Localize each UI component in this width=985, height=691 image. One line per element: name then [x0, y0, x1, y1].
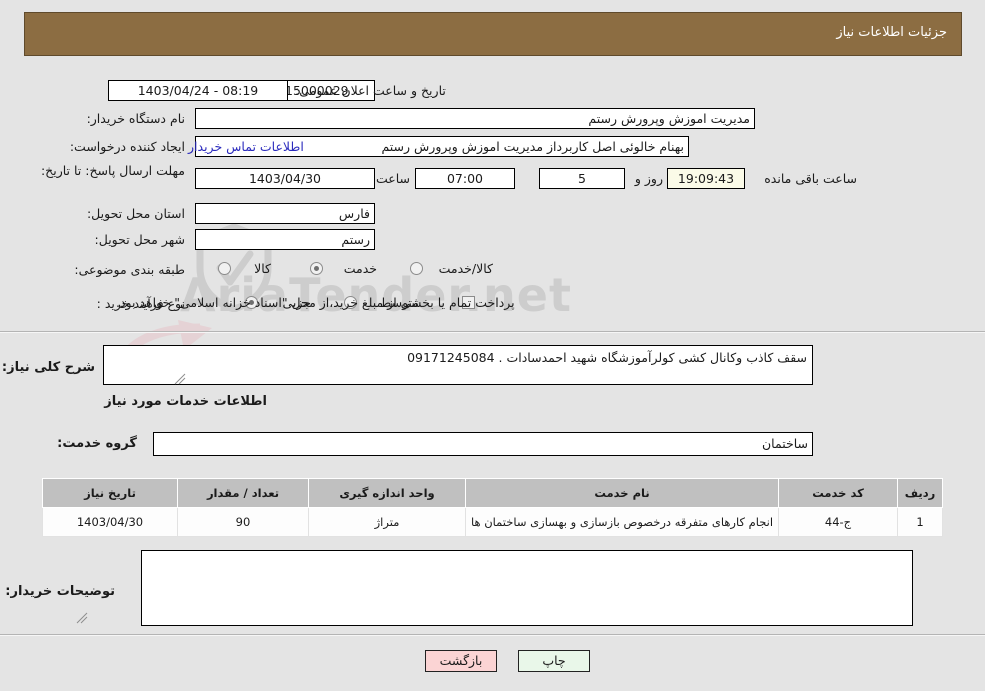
page-root: AriaTender.net جزئیات اطلاعات نیاز شماره… — [0, 0, 985, 691]
radio-category-khedmat-label: خدمت — [343, 261, 377, 276]
description-label: شرح کلی نیاز: — [1, 360, 95, 375]
cell-qty: 90 — [177, 507, 309, 537]
print-button[interactable]: چاپ — [518, 650, 590, 672]
city-value: رستم — [195, 229, 375, 250]
buyer-org-value: مدیریت اموزش وپرورش رستم — [195, 108, 755, 129]
radio-category-kala[interactable] — [218, 262, 231, 275]
radio-category-kala-khedmat-label: کالا/خدمت — [438, 261, 493, 276]
page-title: جزئیات اطلاعات نیاز — [836, 25, 947, 40]
cell-date: 1403/04/30 — [42, 507, 178, 537]
table-row: 1 ج-44 انجام کارهای متفرقه درخصوص بازساز… — [42, 507, 943, 537]
buyer-contact-link[interactable]: اطلاعات تماس خریدار — [188, 139, 304, 154]
cell-radif: 1 — [897, 507, 943, 537]
buyer-notes-label: توضیحات خریدار: — [5, 584, 115, 599]
deadline-time-value: 07:00 — [415, 168, 515, 189]
th-radif: ردیف — [897, 478, 943, 508]
resize-handle-icon-2 — [76, 612, 88, 624]
buyer-notes-textarea[interactable] — [141, 550, 913, 626]
th-name: نام خدمت — [465, 478, 779, 508]
radio-category-kala-khedmat[interactable] — [410, 262, 423, 275]
creator-label: ایجاد کننده درخواست: — [69, 139, 185, 154]
remaining-label: ساعت باقی مانده — [764, 171, 857, 186]
checkbox-islamic-treasury-label: پرداخت تمام یا بخشی از مبلغ خرید،از محل … — [116, 295, 515, 310]
category-label: طبقه بندی موضوعی: — [74, 262, 185, 277]
section-divider-bottom — [0, 634, 985, 636]
header-bar: جزئیات اطلاعات نیاز — [24, 12, 962, 56]
city-label: شهر محل تحویل: — [94, 232, 185, 247]
province-value: فارس — [195, 203, 375, 224]
buyer-org-label: نام دستگاه خریدار: — [86, 111, 185, 126]
cell-name: انجام کارهای متفرقه درخصوص بازسازی و بهس… — [465, 507, 779, 537]
section-divider-top — [0, 331, 985, 333]
th-qty: تعداد / مقدار — [177, 478, 309, 508]
cell-unit: متراژ — [308, 507, 466, 537]
table-header-row: ردیف کد خدمت نام خدمت واحد اندازه گیری ت… — [42, 478, 943, 508]
services-table: ردیف کد خدمت نام خدمت واحد اندازه گیری ت… — [42, 478, 943, 537]
province-label: استان محل تحویل: — [86, 206, 185, 221]
deadline-date-value: 1403/04/30 — [195, 168, 375, 189]
th-date: تاریخ نیاز — [42, 478, 178, 508]
deadline-label: مهلت ارسال پاسخ: تا تاریخ: — [40, 163, 185, 178]
radio-category-kala-label: کالا — [254, 261, 271, 276]
back-button[interactable]: بازگشت — [425, 650, 497, 672]
hour-label: ساعت — [375, 171, 410, 186]
description-textarea[interactable]: سقف کاذب وکانال کشی کولرآموزشگاه شهید اح… — [103, 345, 813, 385]
cell-code: ج-44 — [778, 507, 898, 537]
radio-category-khedmat[interactable] — [310, 262, 323, 275]
th-unit: واحد اندازه گیری — [308, 478, 466, 508]
services-section-title: اطلاعات خدمات مورد نیاز — [104, 394, 267, 409]
days-remaining-value: 5 — [539, 168, 625, 189]
th-code: کد خدمت — [778, 478, 898, 508]
countdown-timer-value: 19:09:43 — [667, 168, 745, 189]
service-group-label: گروه خدمت: — [57, 436, 137, 451]
announce-value: 08:19 - 1403/04/24 — [108, 80, 288, 101]
service-group-value: ساختمان — [153, 432, 813, 456]
days-label: روز و — [634, 171, 663, 186]
announce-label: تاریخ و ساعت اعلان عمومی: — [295, 83, 446, 98]
